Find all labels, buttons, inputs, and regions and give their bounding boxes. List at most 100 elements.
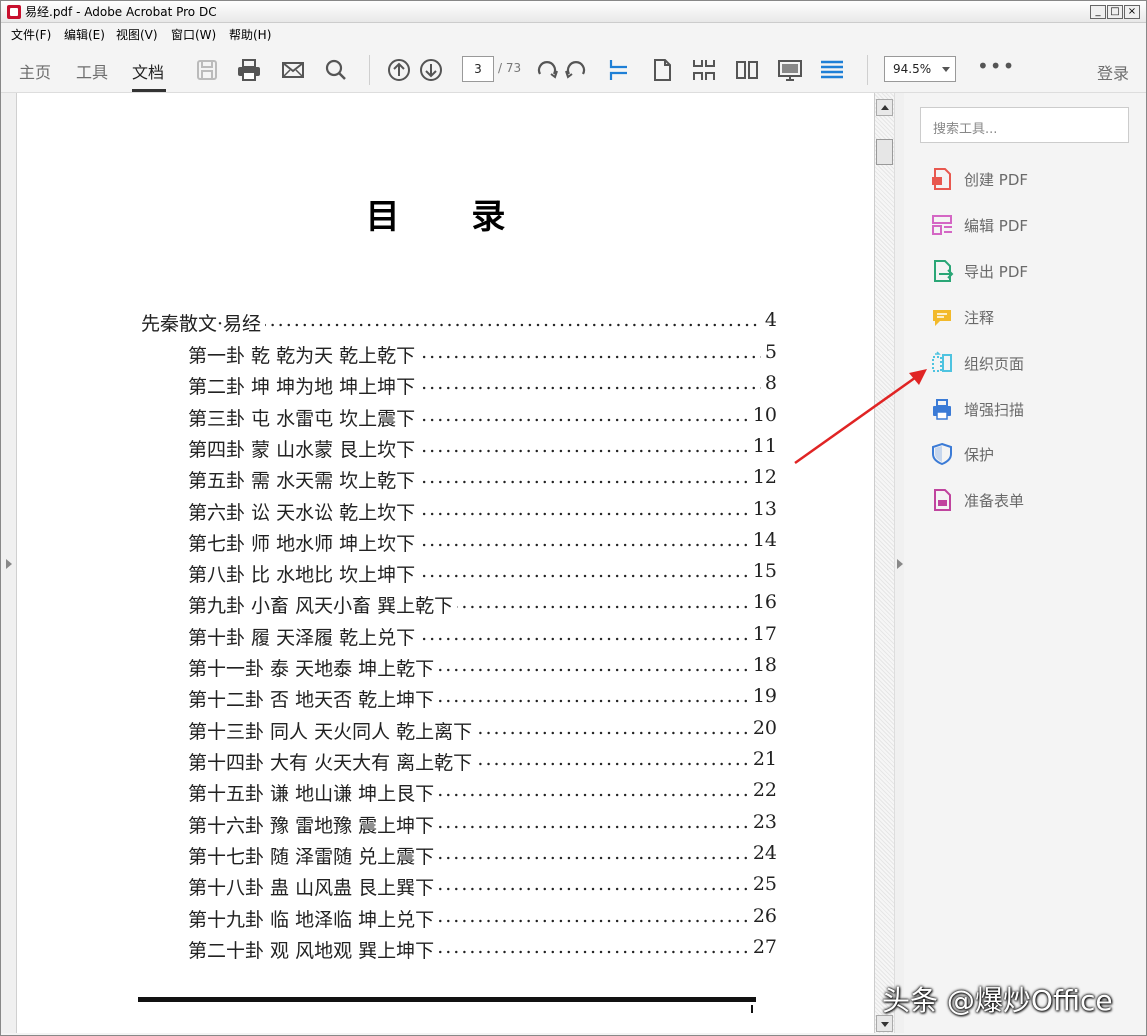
tools-search-input[interactable]: 搜索工具... [920, 107, 1129, 143]
toc-entry-title: 第三卦 屯 水雷屯 坎上震下 [188, 404, 420, 431]
close-button[interactable]: × [1124, 5, 1140, 19]
toc-entry-page: 22 [750, 779, 777, 801]
tool-export-pdf[interactable]: 导出 PDF [930, 257, 1130, 287]
vertical-scrollbar[interactable] [874, 93, 894, 1033]
menu-file[interactable]: 文件(F) [11, 26, 51, 43]
tool-prepare-form[interactable]: 准备表单 [930, 486, 1130, 516]
rotate-counterclockwise-icon[interactable] [562, 57, 588, 83]
menu-window[interactable]: 窗口(W) [171, 26, 216, 43]
page-total: / 73 [498, 61, 522, 75]
toc-entry[interactable]: ........................................… [17, 717, 777, 744]
page-heading: 目 录 [365, 197, 536, 237]
more-options-icon[interactable]: ••• [977, 56, 1015, 76]
toc-entry-page: 25 [750, 873, 777, 895]
search-icon[interactable] [323, 57, 349, 83]
toc-entry[interactable]: ........................................… [17, 748, 777, 775]
scroll-up-button[interactable] [876, 99, 893, 116]
toc-entry[interactable]: ........................................… [17, 873, 777, 900]
toc-entry[interactable]: ........................................… [17, 341, 777, 368]
active-tab-indicator [132, 89, 166, 92]
toc-entry-title: 第十六卦 豫 雷地豫 震上坤下 [188, 811, 439, 838]
toc-entry-page: 13 [750, 498, 777, 520]
tab-home[interactable]: 主页 [19, 59, 51, 83]
toc-entry[interactable]: ........................................… [17, 779, 777, 806]
toc-entry[interactable]: ........................................… [17, 936, 777, 963]
toc-entry-title: 第十七卦 随 泽雷随 兑上震下 [188, 842, 439, 869]
toc-entry[interactable]: ........................................… [17, 811, 777, 838]
create-pdf-icon [932, 168, 951, 190]
toc-entry[interactable]: ........................................… [17, 591, 777, 618]
prepare-form-icon [934, 489, 951, 511]
tab-tools[interactable]: 工具 [76, 59, 108, 83]
email-icon[interactable] [280, 57, 306, 83]
toc-entry-title: 第十三卦 同人 天火同人 乾上离下 [188, 717, 477, 744]
tab-document[interactable]: 文档 [132, 59, 164, 83]
tool-label: 保护 [964, 446, 995, 464]
toc-entry[interactable]: ........................................… [17, 560, 777, 587]
toc-entry-page: 24 [750, 842, 777, 864]
menu-edit[interactable]: 编辑(E) [64, 26, 105, 43]
annotation-arrow [794, 369, 927, 465]
toc-entry[interactable]: ........................................… [17, 466, 777, 493]
edit-pdf-icon [932, 215, 952, 235]
toc-entry[interactable]: ........................................… [17, 309, 777, 336]
next-page-icon[interactable] [418, 57, 444, 83]
tool-protect[interactable]: 保护 [930, 440, 1130, 470]
scrollbar-thumb[interactable] [876, 139, 893, 165]
toc-entry[interactable]: ........................................… [17, 372, 777, 399]
scroll-mode-icon[interactable] [606, 57, 632, 83]
zoom-dropdown[interactable]: 94.5% [884, 56, 956, 82]
maximize-button[interactable]: □ [1107, 5, 1123, 19]
previous-page-icon[interactable] [386, 57, 412, 83]
tool-enhance-scan[interactable]: 增强扫描 [930, 395, 1130, 425]
toc-entry[interactable]: ........................................… [17, 529, 777, 556]
read-mode-icon[interactable] [819, 57, 845, 83]
page-rule [138, 997, 756, 1002]
page-number-input[interactable]: 3 [462, 56, 494, 82]
menu-view[interactable]: 视图(V) [116, 26, 158, 43]
tool-comment[interactable]: 注释 [930, 303, 1130, 333]
toc-entry-title: 第四卦 蒙 山水蒙 艮上坎下 [188, 435, 420, 462]
toc-entry[interactable]: ........................................… [17, 842, 777, 869]
toc-entry-page: 5 [762, 341, 777, 363]
toc-entry-page: 27 [750, 936, 777, 958]
single-page-icon[interactable] [649, 57, 675, 83]
toc-entry-title: 先秦散文·易经 [141, 309, 266, 336]
window-title: 易经.pdf - Adobe Acrobat Pro DC [25, 5, 217, 19]
toc-entry-page: 4 [762, 309, 777, 331]
save-icon[interactable] [194, 57, 220, 83]
tool-label: 创建 PDF [964, 171, 1028, 189]
export-pdf-icon [934, 260, 954, 282]
left-pane-toggle[interactable] [1, 93, 17, 1033]
toc-entry-page: 10 [750, 404, 777, 426]
minimize-button[interactable]: _ [1090, 5, 1106, 19]
toc-entry-page: 21 [750, 748, 777, 770]
toc-entry-page: 19 [750, 685, 777, 707]
tool-label: 导出 PDF [964, 263, 1028, 281]
toc-entry[interactable]: ........................................… [17, 404, 777, 431]
full-screen-icon[interactable] [777, 57, 803, 83]
two-page-scroll-icon[interactable] [691, 57, 717, 83]
menu-help[interactable]: 帮助(H) [229, 26, 271, 43]
arrow-up-icon [881, 105, 889, 110]
print-icon[interactable] [236, 57, 262, 83]
comment-icon [933, 310, 951, 326]
toc-entry[interactable]: ........................................… [17, 654, 777, 681]
app-window: 易经.pdf - Adobe Acrobat Pro DC _ □ × 文件(F… [0, 0, 1147, 1036]
tool-organize-pages[interactable]: 组织页面 [930, 349, 1130, 379]
rotate-clockwise-icon[interactable] [535, 57, 561, 83]
toc-entry-page: 12 [750, 466, 777, 488]
toc-entry[interactable]: ........................................… [17, 623, 777, 650]
tool-create-pdf[interactable]: 创建 PDF [930, 165, 1130, 195]
toc-entry[interactable]: ........................................… [17, 435, 777, 462]
pdf-page[interactable]: 目 录 ....................................… [17, 93, 874, 1033]
toc-entry[interactable]: ........................................… [17, 498, 777, 525]
tools-pane: 搜索工具... 创建 PDF 编辑 PDF 导出 PDF 注释组织页面增强扫描保护准备… [904, 93, 1146, 1033]
toc-entry-page: 23 [750, 811, 777, 833]
login-link[interactable]: 登录 [1097, 60, 1129, 84]
tool-edit-pdf[interactable]: 编辑 PDF [930, 211, 1130, 241]
toc-entry[interactable]: ........................................… [17, 905, 777, 932]
two-page-view-icon[interactable] [734, 57, 760, 83]
toc-entry[interactable]: ........................................… [17, 685, 777, 712]
right-pane-toggle[interactable] [894, 93, 904, 1033]
